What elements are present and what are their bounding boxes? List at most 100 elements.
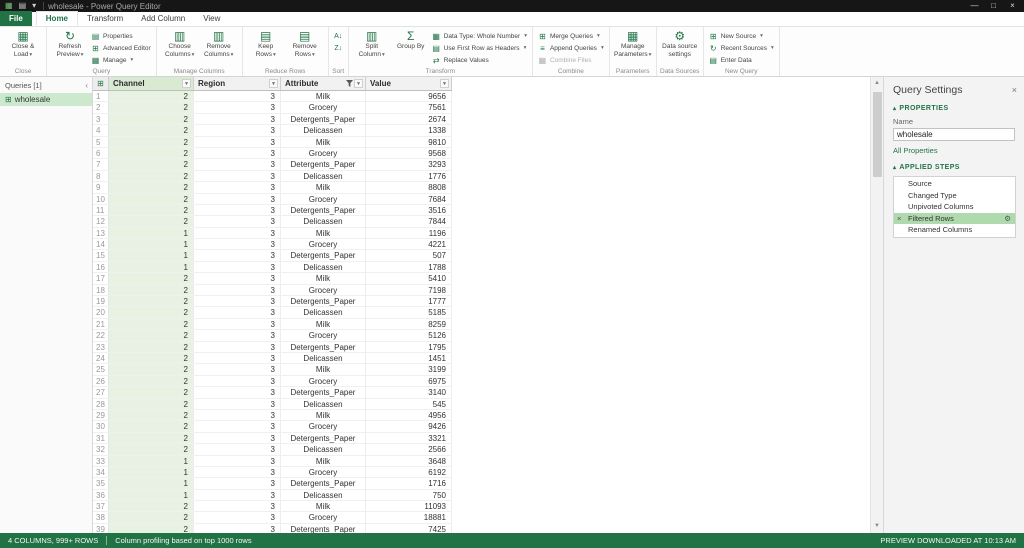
cell-value[interactable]: 1776 [366,170,452,182]
cell-value[interactable]: 4221 [366,239,452,250]
row-number[interactable]: 9 [93,182,109,193]
cell-region[interactable]: 3 [194,421,281,432]
cell-attribute[interactable]: Grocery [281,375,366,387]
cell-attribute[interactable]: Milk [281,501,366,512]
cell-channel[interactable]: 2 [109,444,194,455]
cell-channel[interactable]: 2 [109,318,194,330]
cell-attribute[interactable]: Milk [281,455,366,466]
table-row[interactable]: 34 1 3 Grocery 6192 [93,466,452,479]
cell-channel[interactable]: 2 [109,307,194,318]
cell-value[interactable]: 7844 [366,216,452,227]
cell-region[interactable]: 3 [194,341,281,352]
row-number[interactable]: 25 [93,364,109,375]
cell-region[interactable]: 3 [194,444,281,455]
keep-rows-button[interactable]: ▤ Keep Rows▾ [248,29,284,59]
cell-attribute[interactable]: Milk [281,227,366,239]
collapse-panel-icon[interactable]: ‹ [85,81,88,90]
append-queries-button[interactable]: ≡ Append Queries ▾ [538,42,604,54]
query-item[interactable]: ⊞ wholesale [0,93,92,106]
cell-value[interactable]: 3199 [366,364,452,375]
cell-value[interactable]: 9810 [366,136,452,147]
row-number[interactable]: 35 [93,478,109,489]
cell-value[interactable]: 1795 [366,341,452,352]
cell-region[interactable]: 3 [194,239,281,250]
cell-region[interactable]: 3 [194,216,281,227]
row-number[interactable]: 30 [93,421,109,432]
cell-channel[interactable]: 2 [109,387,194,398]
table-row[interactable]: 4 2 3 Delicassen 1338 [93,125,452,137]
row-number[interactable]: 24 [93,352,109,364]
close-and-load-button[interactable]: ▦ Close & Load▾ [5,29,41,59]
cell-region[interactable]: 3 [194,466,281,478]
applied-step[interactable]: × Filtered Rows ⚙ [894,212,1015,225]
table-row[interactable]: 20 2 3 Delicassen 5185 [93,307,452,319]
cell-attribute[interactable]: Delicassen [281,125,366,136]
cell-channel[interactable]: 2 [109,375,194,387]
cell-value[interactable]: 5185 [366,307,452,318]
cell-value[interactable]: 9568 [366,147,452,159]
cell-attribute[interactable]: Milk [281,91,366,102]
cell-region[interactable]: 3 [194,523,281,533]
table-row[interactable]: 19 2 3 Detergents_Paper 1777 [93,296,452,308]
cell-channel[interactable]: 1 [109,489,194,501]
row-number[interactable]: 13 [93,227,109,239]
table-row[interactable]: 18 2 3 Grocery 7198 [93,284,452,297]
applied-step[interactable]: Unpivoted Columns [894,201,1015,213]
cell-attribute[interactable]: Delicassen [281,216,366,227]
cell-channel[interactable]: 2 [109,193,194,204]
refresh-preview-button[interactable]: ↻ Refresh Preview▾ [52,29,88,59]
cell-attribute[interactable]: Grocery [281,239,366,250]
cell-region[interactable]: 3 [194,489,281,501]
row-number[interactable]: 5 [93,136,109,147]
cell-channel[interactable]: 2 [109,364,194,375]
cell-value[interactable]: 3648 [366,455,452,466]
cell-attribute[interactable]: Grocery [281,102,366,113]
cell-value[interactable]: 2674 [366,113,452,125]
cell-value[interactable]: 7425 [366,523,452,533]
new-source-button[interactable]: ⊞ New Source ▾ [709,30,774,42]
gear-icon[interactable]: ⚙ [1004,213,1011,225]
cell-value[interactable]: 8808 [366,182,452,193]
cell-channel[interactable]: 2 [109,432,194,444]
cell-channel[interactable]: 2 [109,296,194,307]
row-number[interactable]: 19 [93,296,109,307]
cell-channel[interactable]: 2 [109,330,194,341]
cell-region[interactable]: 3 [194,193,281,204]
row-number[interactable]: 15 [93,250,109,261]
column-header-attribute[interactable]: Attribute ▾ [281,77,366,90]
cell-value[interactable]: 4956 [366,409,452,421]
table-row[interactable]: 9 2 3 Milk 8808 [93,182,452,194]
table-row[interactable]: 16 1 3 Delicassen 1788 [93,261,452,274]
applied-step[interactable]: Source [894,178,1015,190]
table-row[interactable]: 30 2 3 Grocery 9426 [93,421,452,433]
cell-attribute[interactable]: Detergents_Paper [281,250,366,261]
sort-descending-button[interactable]: Z↓ [334,42,343,54]
cell-value[interactable]: 1716 [366,478,452,489]
table-row[interactable]: 3 2 3 Detergents_Paper 2674 [93,113,452,126]
cell-attribute[interactable]: Milk [281,136,366,147]
row-number[interactable]: 3 [93,113,109,125]
profiling-info[interactable]: Column profiling based on top 1000 rows [115,536,251,545]
table-row[interactable]: 2 2 3 Grocery 7561 [93,102,452,114]
table-row[interactable]: 36 1 3 Delicassen 750 [93,489,452,502]
cell-value[interactable]: 3516 [366,204,452,216]
table-row[interactable]: 22 2 3 Grocery 5126 [93,330,452,342]
cell-value[interactable]: 1788 [366,261,452,273]
cell-region[interactable]: 3 [194,227,281,239]
cell-region[interactable]: 3 [194,296,281,307]
remove-rows-button[interactable]: ▤ Remove Rows▾ [287,29,323,59]
row-number[interactable]: 1 [93,91,109,102]
cell-region[interactable]: 3 [194,409,281,421]
table-row[interactable]: 5 2 3 Milk 9810 [93,136,452,148]
cell-attribute[interactable]: Grocery [281,512,366,523]
cell-channel[interactable]: 2 [109,91,194,102]
table-row[interactable]: 25 2 3 Milk 3199 [93,364,452,376]
column-dropdown-icon[interactable]: ▾ [182,79,191,88]
table-row[interactable]: 15 1 3 Detergents_Paper 507 [93,250,452,262]
cell-region[interactable]: 3 [194,432,281,444]
tab-home[interactable]: Home [35,11,79,26]
cell-value[interactable]: 7198 [366,284,452,296]
cell-value[interactable]: 9426 [366,421,452,432]
cell-channel[interactable]: 2 [109,284,194,296]
table-row[interactable]: 17 2 3 Milk 5410 [93,273,452,285]
